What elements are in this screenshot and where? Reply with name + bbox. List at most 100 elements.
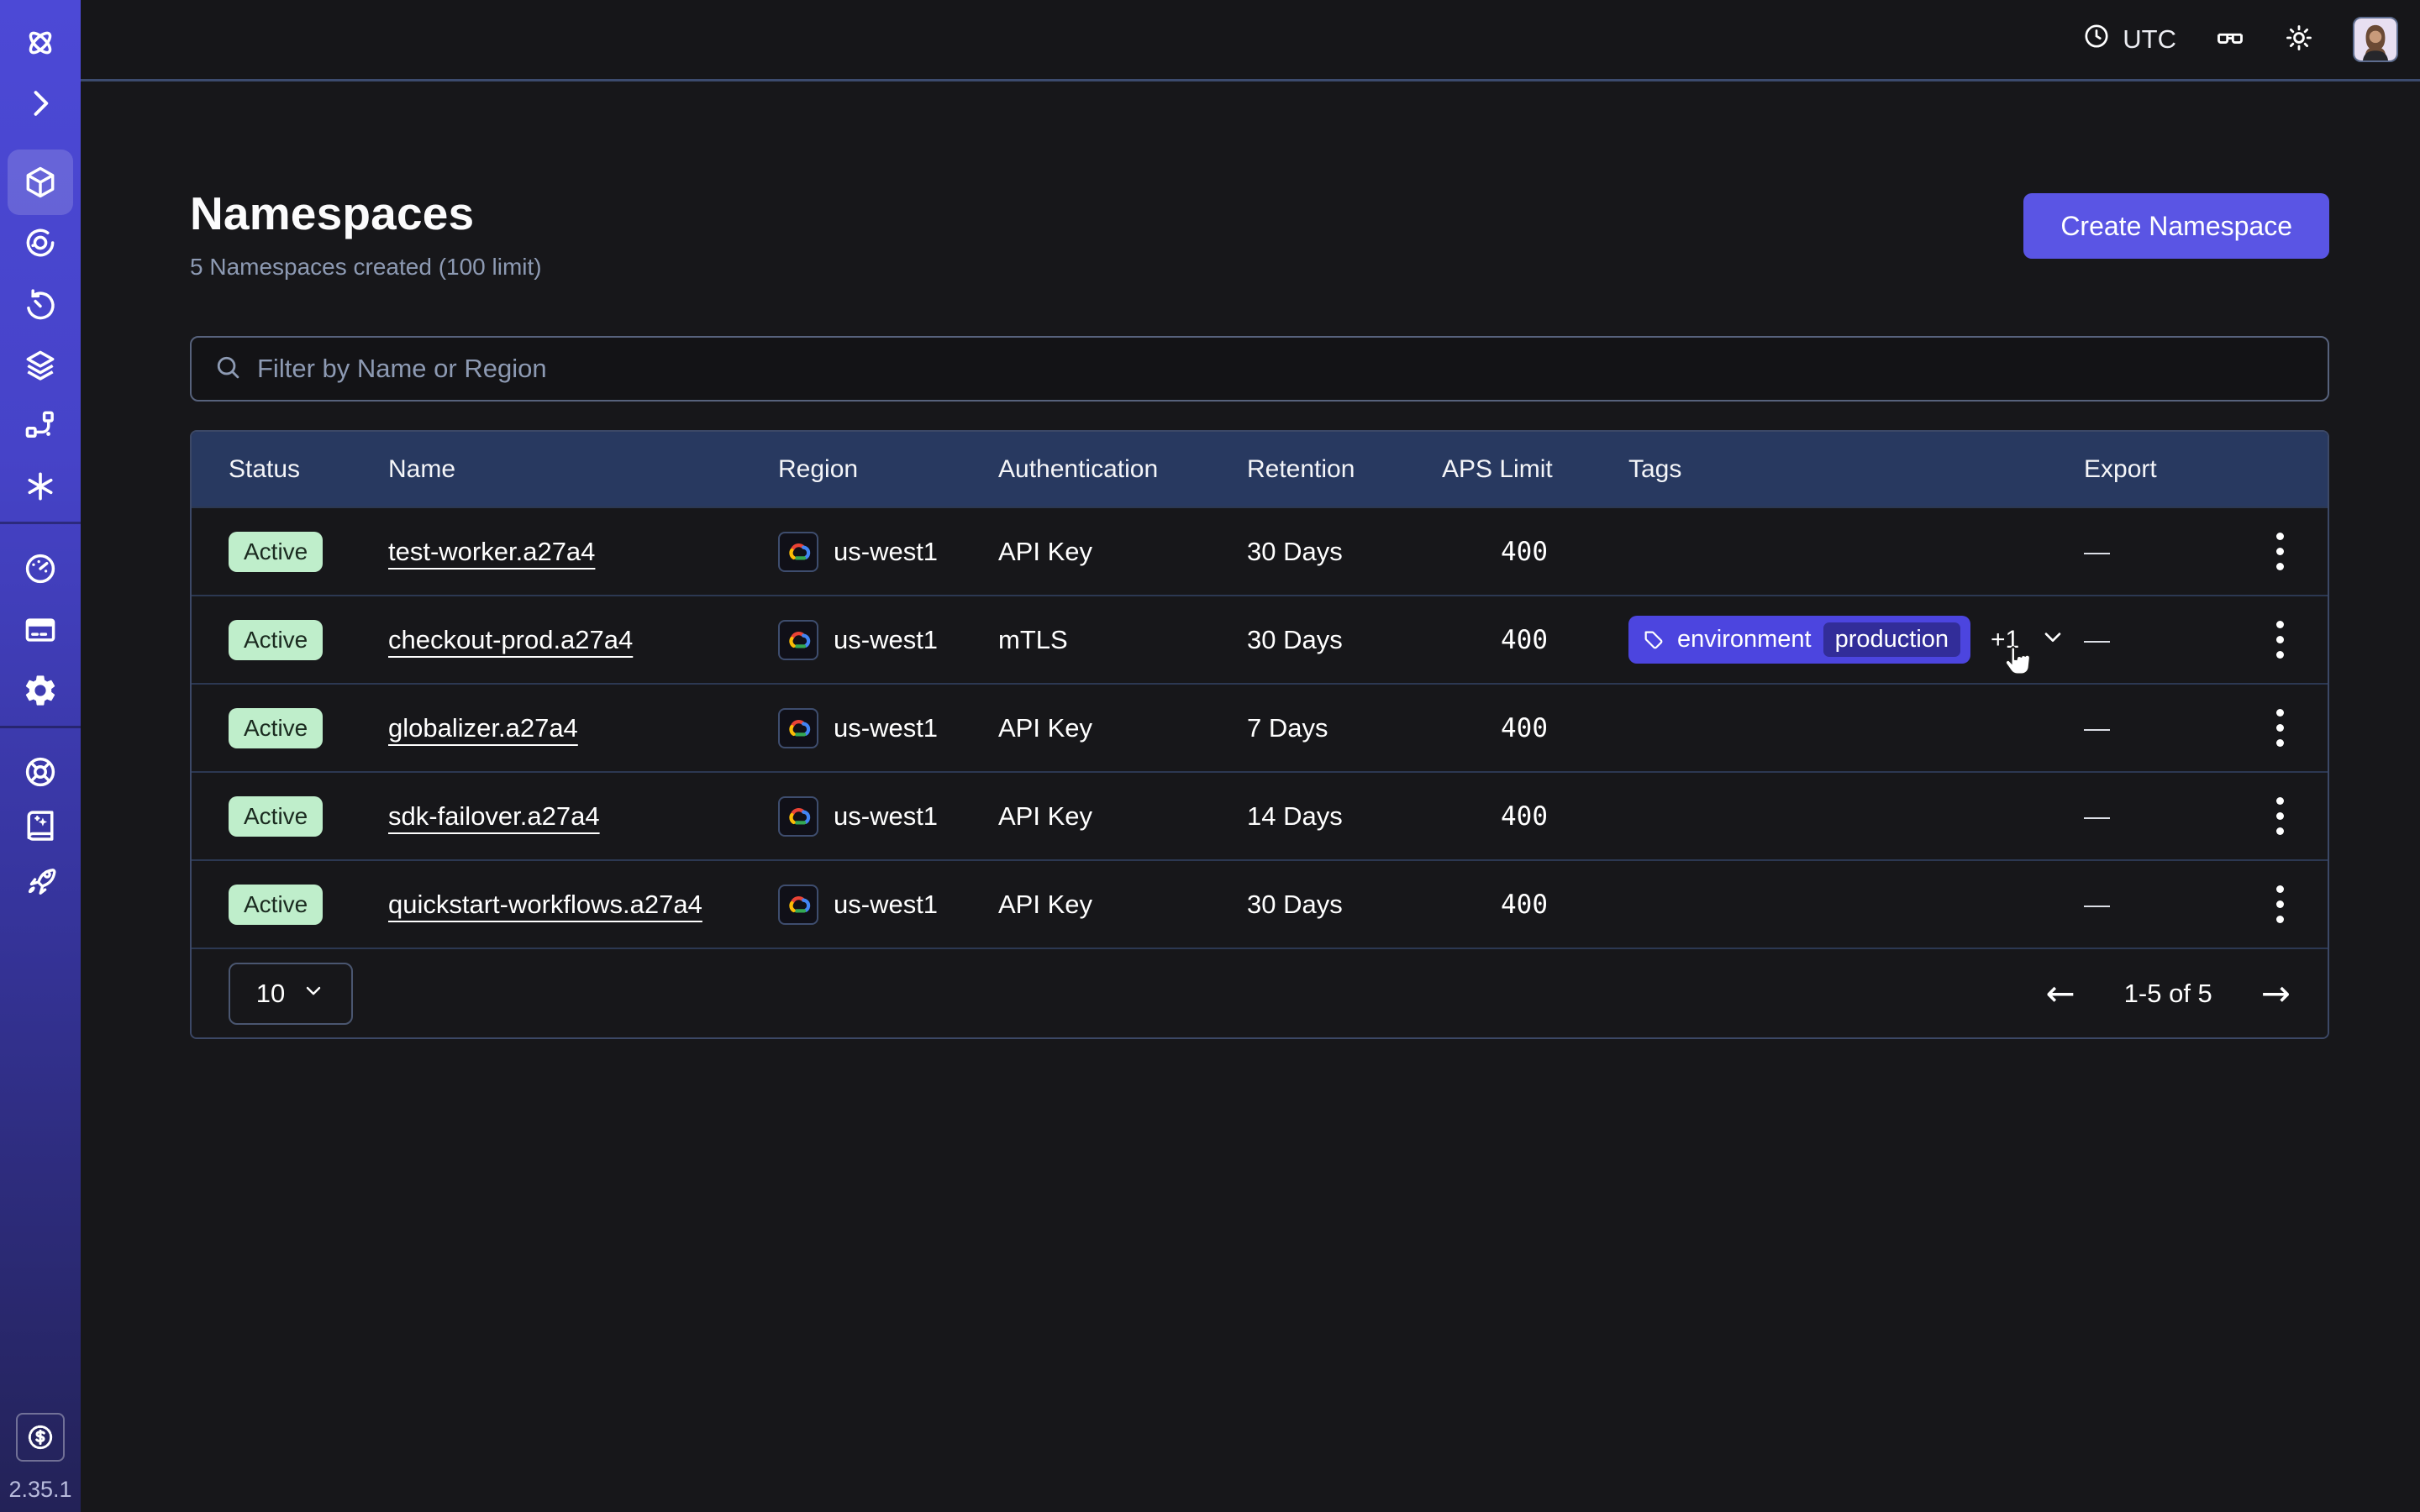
aps-limit-cell: 400 <box>1442 537 1628 567</box>
aps-limit-cell: 400 <box>1442 625 1628 655</box>
status-badge: Active <box>229 885 323 925</box>
namespace-link[interactable]: quickstart-workflows.a27a4 <box>388 890 702 919</box>
clock-icon <box>2082 22 2111 57</box>
timezone-label: UTC <box>2123 24 2176 55</box>
main-content: Namespaces 5 Namespaces created (100 lim… <box>81 84 2420 1512</box>
col-header-export: Export <box>2084 455 2218 484</box>
namespace-count: 5 Namespaces created (100 limit) <box>190 254 542 281</box>
retention-cell: 30 Days <box>1247 625 1442 655</box>
tag-value: production <box>1823 622 1960 657</box>
temporal-logo-icon[interactable] <box>8 10 73 76</box>
gcp-icon <box>778 532 818 572</box>
page-size-select[interactable]: 10 <box>229 963 353 1025</box>
region-label: us-west1 <box>834 625 938 655</box>
tags-cell: environment production +1 <box>1628 616 2084 664</box>
page-title: Namespaces <box>190 186 542 240</box>
row-actions-kebab-button[interactable] <box>2270 614 2291 665</box>
row-actions-kebab-button[interactable] <box>2270 702 2291 753</box>
next-page-button[interactable]: → <box>2261 976 2291 1011</box>
sidebar: 2.35.1 <box>0 0 81 1512</box>
avatar[interactable] <box>2353 17 2398 62</box>
page-header: Namespaces 5 Namespaces created (100 lim… <box>190 186 2329 281</box>
namespace-link[interactable]: test-worker.a27a4 <box>388 537 595 566</box>
sidebar-item-deployments[interactable] <box>8 333 73 398</box>
sidebar-expand-chevron-icon[interactable] <box>8 71 73 136</box>
table-row: Active test-worker.a27a4 us-west1 API Ke… <box>192 507 2328 595</box>
col-header-authentication: Authentication <box>998 455 1247 484</box>
namespace-link[interactable]: checkout-prod.a27a4 <box>388 625 633 654</box>
col-header-status: Status <box>229 455 388 484</box>
auth-cell: API Key <box>998 801 1247 832</box>
page-size-value: 10 <box>256 979 285 1009</box>
status-badge: Active <box>229 620 323 660</box>
topbar: UTC <box>81 0 2420 81</box>
search-icon <box>213 353 242 386</box>
col-header-retention: Retention <box>1247 455 1442 484</box>
retention-cell: 30 Days <box>1247 537 1442 567</box>
retention-cell: 7 Days <box>1247 713 1442 743</box>
labs-glasses-icon[interactable] <box>2215 23 2245 57</box>
region-label: us-west1 <box>834 801 938 832</box>
retention-cell: 14 Days <box>1247 801 1442 832</box>
status-badge: Active <box>229 796 323 837</box>
table-row: Active globalizer.a27a4 us-west1 API Key… <box>192 683 2328 771</box>
row-actions-kebab-button[interactable] <box>2270 879 2291 930</box>
sidebar-item-schedules[interactable] <box>8 272 73 338</box>
row-actions-kebab-button[interactable] <box>2270 790 2291 842</box>
tags-group: environment production +1 <box>1628 616 2066 664</box>
export-cell: — <box>2084 713 2218 743</box>
export-cell: — <box>2084 625 2218 655</box>
gcp-icon <box>778 885 818 925</box>
retention-cell: 30 Days <box>1247 890 1442 920</box>
sidebar-divider <box>0 726 81 728</box>
sidebar-item-settings[interactable] <box>8 658 73 723</box>
sidebar-item-workflows[interactable] <box>8 210 73 276</box>
aps-limit-cell: 400 <box>1442 713 1628 743</box>
sidebar-item-batch-operations[interactable] <box>8 454 73 519</box>
region-label: us-west1 <box>834 537 938 567</box>
gcp-icon <box>778 796 818 837</box>
tag-key: environment <box>1677 626 1812 654</box>
sidebar-item-namespaces[interactable] <box>8 150 73 215</box>
gcp-icon <box>778 620 818 660</box>
theme-toggle-sun-icon[interactable] <box>2284 23 2314 57</box>
table-body: Active test-worker.a27a4 us-west1 API Ke… <box>192 507 2328 948</box>
tags-expand-chevron-icon[interactable] <box>2039 623 2066 657</box>
table-row: Active quickstart-workflows.a27a4 us-wes… <box>192 859 2328 948</box>
sidebar-item-billing[interactable] <box>8 597 73 663</box>
filter-input[interactable] <box>257 354 2306 384</box>
credits-button[interactable] <box>16 1413 65 1462</box>
aps-limit-cell: 400 <box>1442 801 1628 832</box>
sidebar-item-getting-started[interactable] <box>8 848 73 914</box>
auth-cell: mTLS <box>998 625 1247 655</box>
col-header-region: Region <box>778 455 998 484</box>
filter-bar <box>190 336 2329 402</box>
table-row: Active checkout-prod.a27a4 us-west1 mTLS… <box>192 595 2328 683</box>
sidebar-item-nexus[interactable] <box>8 393 73 459</box>
auth-cell: API Key <box>998 713 1247 743</box>
export-cell: — <box>2084 890 2218 920</box>
export-cell: — <box>2084 537 2218 567</box>
chevron-down-icon <box>302 979 325 1009</box>
namespace-link[interactable]: globalizer.a27a4 <box>388 713 578 743</box>
tag-pill[interactable]: environment production <box>1628 616 1970 664</box>
status-badge: Active <box>229 532 323 572</box>
gcp-icon <box>778 708 818 748</box>
timezone-selector[interactable]: UTC <box>2082 22 2176 57</box>
col-header-tags: Tags <box>1628 455 2084 484</box>
namespace-link[interactable]: sdk-failover.a27a4 <box>388 801 600 831</box>
auth-cell: API Key <box>998 890 1247 920</box>
col-header-aps-limit: APS Limit <box>1442 455 1628 484</box>
aps-limit-cell: 400 <box>1442 890 1628 920</box>
col-header-name: Name <box>388 455 778 484</box>
page-range-label: 1-5 of 5 <box>2124 979 2212 1009</box>
prev-page-button[interactable]: ← <box>2045 976 2075 1011</box>
tag-icon <box>1642 628 1665 652</box>
row-actions-kebab-button[interactable] <box>2270 526 2291 577</box>
sidebar-item-usage[interactable] <box>8 536 73 601</box>
app-window: 2.35.1 UTC <box>0 0 2420 1512</box>
sidebar-divider <box>0 522 81 524</box>
pagination-bar: 10 ← 1-5 of 5 → <box>192 948 2328 1037</box>
region-label: us-west1 <box>834 890 938 920</box>
create-namespace-button[interactable]: Create Namespace <box>2023 193 2329 259</box>
